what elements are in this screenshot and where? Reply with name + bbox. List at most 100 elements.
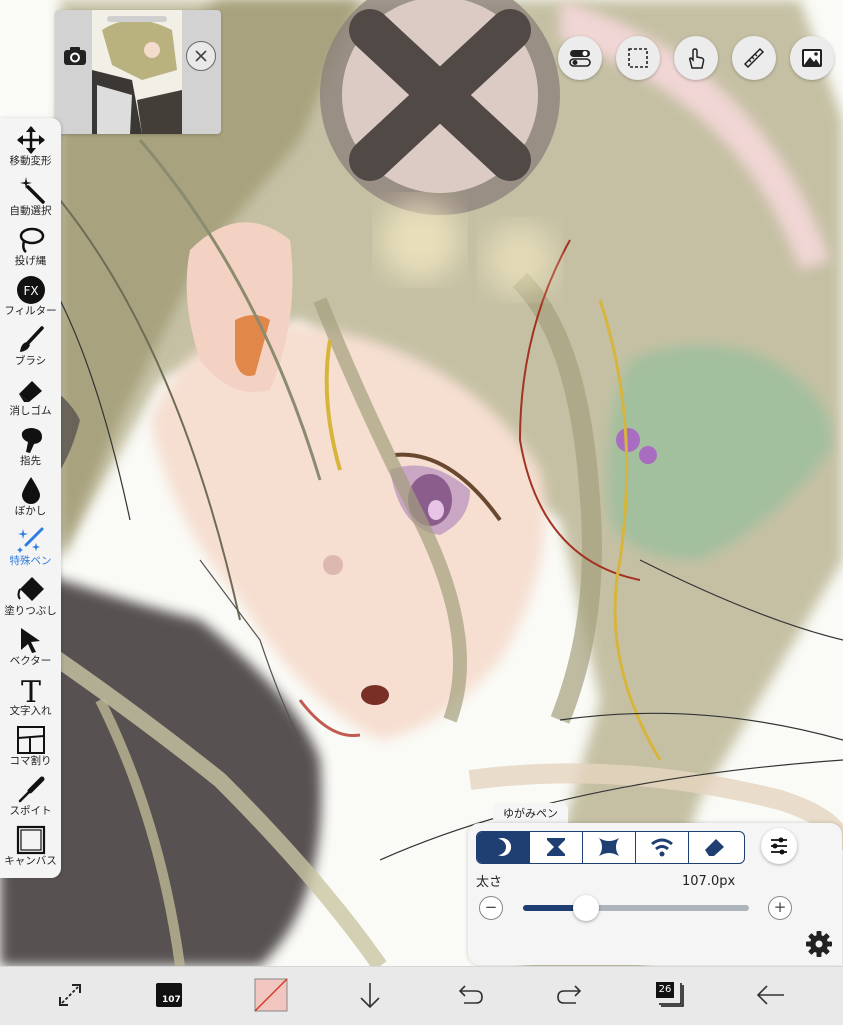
tool-vector[interactable]: ベクター xyxy=(0,622,61,672)
brush-name-tab: ゆがみペン xyxy=(493,803,568,825)
tool-label: 移動変形 xyxy=(9,155,52,167)
tool-auto-select[interactable]: 自動選択 xyxy=(0,172,61,222)
frame-divider-icon xyxy=(16,726,45,754)
bottom-bar: 107 26 xyxy=(0,966,843,1025)
svg-text:FX: FX xyxy=(23,284,38,298)
crescent-icon xyxy=(498,838,512,856)
selection-button[interactable] xyxy=(616,36,660,80)
tool-bar: 移動変形 自動選択 投げ縄 FX フィルター ブラシ 消しゴム 指先 ぼかし 特… xyxy=(0,118,61,878)
brush-size-value: 107.0px xyxy=(682,874,736,889)
selection-rect-icon xyxy=(628,48,648,68)
sliders-icon xyxy=(771,837,787,855)
mode-push-button[interactable] xyxy=(477,832,530,863)
material-button[interactable] xyxy=(790,36,834,80)
blur-drop-icon xyxy=(21,477,40,504)
expand-icon xyxy=(599,838,619,856)
mode-pinch-button[interactable] xyxy=(530,832,583,863)
camera-icon xyxy=(64,47,86,65)
tool-canvas[interactable]: キャンバス xyxy=(0,822,61,872)
close-icon xyxy=(195,50,207,62)
tool-lasso[interactable]: 投げ縄 xyxy=(0,222,61,272)
tool-label: ブラシ xyxy=(14,355,47,367)
eyedropper-icon xyxy=(18,776,44,803)
download-button[interactable] xyxy=(352,977,388,1013)
tool-label: コマ割り xyxy=(9,755,52,767)
redo-button[interactable] xyxy=(552,977,588,1013)
tool-move-transform[interactable]: 移動変形 xyxy=(0,122,61,172)
move-arrows-icon xyxy=(16,126,45,154)
brush-icon xyxy=(19,326,44,352)
redo-icon xyxy=(557,985,582,1004)
settings-button[interactable] xyxy=(805,930,833,958)
arrow-down-icon xyxy=(360,983,380,1009)
brush-size-indicator[interactable]: 107 xyxy=(152,977,188,1013)
tool-blur[interactable]: ぼかし xyxy=(0,472,61,522)
hand-tool-button[interactable] xyxy=(674,36,718,80)
navigator-close-button[interactable] xyxy=(186,41,216,71)
eraser-icon xyxy=(18,381,42,402)
canvas-icon xyxy=(16,825,45,855)
camera-button[interactable] xyxy=(61,42,89,70)
quick-settings-button[interactable] xyxy=(558,36,602,80)
size-decrease-button[interactable]: − xyxy=(479,896,503,920)
ruler-icon xyxy=(743,47,765,69)
current-color-swatch xyxy=(254,978,288,1012)
magic-wand-icon xyxy=(19,177,45,204)
brush-options-button[interactable] xyxy=(761,828,797,864)
finger-smudge-icon xyxy=(21,428,42,453)
hourglass-icon xyxy=(547,838,565,856)
drawing-canvas[interactable] xyxy=(0,0,843,966)
tool-finger[interactable]: 指先 xyxy=(0,422,61,472)
hand-touch-icon xyxy=(688,48,705,69)
distortion-mode-selector xyxy=(476,831,745,864)
mode-swirl-button[interactable] xyxy=(636,832,689,863)
navigator-thumbnail[interactable] xyxy=(92,10,182,134)
lasso-icon xyxy=(19,227,44,253)
mode-expand-button[interactable] xyxy=(583,832,636,863)
fill-bucket-icon xyxy=(17,577,44,601)
tool-brush[interactable]: ブラシ xyxy=(0,322,61,372)
arrow-left-icon xyxy=(756,985,784,1005)
tool-label: ぼかし xyxy=(14,505,47,517)
swirl-icon xyxy=(651,838,673,857)
tool-label: フィルター xyxy=(4,305,57,317)
gear-icon xyxy=(806,931,832,957)
vector-cursor-icon xyxy=(20,628,40,653)
brush-size-number: 107 xyxy=(162,995,181,1005)
tool-filter[interactable]: FX フィルター xyxy=(0,272,61,322)
fx-icon: FX xyxy=(16,276,45,304)
tool-label: 消しゴム xyxy=(9,405,52,417)
transform-arrows-icon xyxy=(59,984,81,1006)
tool-eyedropper[interactable]: スポイト xyxy=(0,772,61,822)
layers-button[interactable]: 26 xyxy=(652,977,688,1013)
brush-size-label: 太さ xyxy=(476,875,503,890)
tool-label: 指先 xyxy=(20,455,41,467)
toggle-icon xyxy=(569,50,591,67)
size-increase-button[interactable]: + xyxy=(768,896,792,920)
tool-special-pen[interactable]: 特殊ペン xyxy=(0,522,61,572)
tool-fill[interactable]: 塗りつぶし xyxy=(0,572,61,622)
mode-restore-button[interactable] xyxy=(689,832,742,863)
tool-label: 投げ縄 xyxy=(14,255,47,267)
tool-label: 文字入れ xyxy=(9,705,52,717)
tool-text[interactable]: T 文字入れ xyxy=(0,672,61,722)
tool-label: 塗りつぶし xyxy=(4,605,57,617)
special-pen-icon xyxy=(16,527,43,553)
tool-frame-divider[interactable]: コマ割り xyxy=(0,722,61,772)
undo-button[interactable] xyxy=(452,977,488,1013)
tool-label: 自動選択 xyxy=(9,205,52,217)
back-button[interactable] xyxy=(752,977,788,1013)
tool-label: ベクター xyxy=(9,655,52,667)
tool-label: キャンバス xyxy=(4,855,57,867)
tool-label: 特殊ペン xyxy=(9,555,52,567)
color-picker-button[interactable] xyxy=(253,977,289,1013)
ruler-button[interactable] xyxy=(732,36,776,80)
undo-icon xyxy=(458,985,483,1004)
tool-eraser[interactable]: 消しゴム xyxy=(0,372,61,422)
eraser-icon xyxy=(705,839,724,856)
text-icon: T xyxy=(20,675,40,705)
tool-label: スポイト xyxy=(9,805,52,817)
transform-menu-button[interactable] xyxy=(52,977,88,1013)
image-icon xyxy=(802,49,822,67)
layer-count: 26 xyxy=(656,982,674,998)
